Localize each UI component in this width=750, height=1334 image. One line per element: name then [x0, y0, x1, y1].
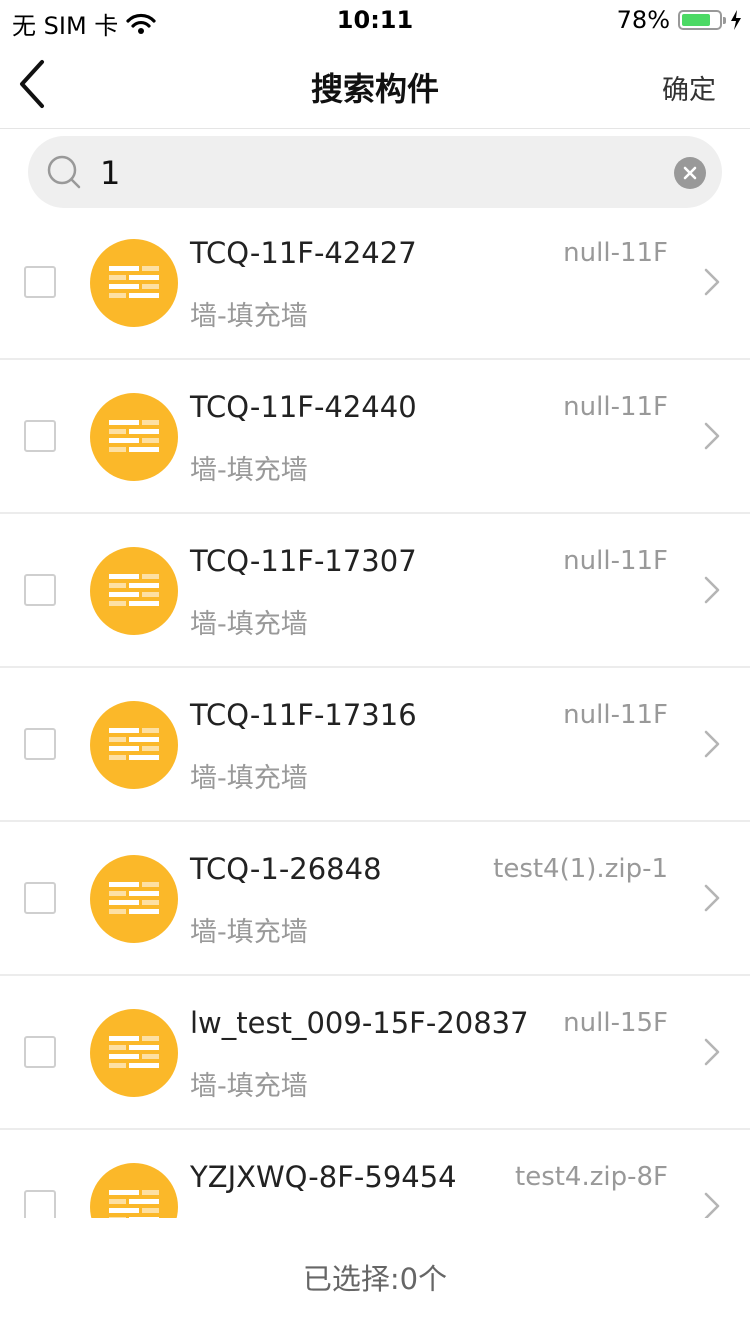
chevron-right-icon[interactable]: [704, 884, 720, 912]
chevron-right-icon[interactable]: [704, 422, 720, 450]
clear-search-button[interactable]: [674, 157, 706, 189]
footer: 已选择:0个: [0, 1218, 750, 1334]
search-input[interactable]: [98, 148, 662, 198]
chevron-right-icon[interactable]: [704, 268, 720, 296]
select-checkbox[interactable]: [24, 266, 56, 298]
wall-icon: [109, 728, 159, 760]
component-name: TCQ-11F-42427: [190, 236, 417, 270]
navigation-bar: 搜索构件 确定: [0, 40, 750, 129]
component-avatar: [90, 547, 178, 635]
component-avatar: [90, 1163, 178, 1218]
select-checkbox[interactable]: [24, 574, 56, 606]
component-type: 墙-填充墙: [190, 1071, 308, 1102]
component-avatar: [90, 1009, 178, 1097]
component-avatar: [90, 855, 178, 943]
component-floor: null-11F: [563, 392, 668, 422]
selected-count: 已选择:0个: [302, 1262, 448, 1296]
wall-icon: [109, 882, 159, 914]
select-checkbox[interactable]: [24, 882, 56, 914]
component-avatar: [90, 239, 178, 327]
component-floor: null-11F: [563, 546, 668, 576]
chevron-right-icon[interactable]: [704, 730, 720, 758]
list-item[interactable]: TCQ-11F-42440 墙-填充墙 null-11F: [0, 360, 750, 514]
component-floor: test4(1).zip-1: [493, 854, 668, 884]
component-name: lw_test_009-15F-20837: [190, 1006, 529, 1040]
component-name: TCQ-11F-17316: [190, 698, 417, 732]
chevron-right-icon[interactable]: [704, 1038, 720, 1066]
confirm-button[interactable]: 确定: [662, 68, 716, 107]
list-item[interactable]: TCQ-11F-17307 墙-填充墙 null-11F: [0, 514, 750, 668]
battery-icon: [678, 10, 726, 30]
wall-icon: [109, 420, 159, 452]
wall-icon: [109, 574, 159, 606]
component-floor: null-11F: [563, 700, 668, 730]
component-floor: null-15F: [563, 1008, 668, 1038]
component-floor: null-11F: [563, 238, 668, 268]
battery-percent: 78%: [616, 6, 670, 34]
list-item[interactable]: TCQ-11F-17316 墙-填充墙 null-11F: [0, 668, 750, 822]
results-list: TCQ-11F-42427 墙-填充墙 null-11F TCQ-11F-42440 墙…: [0, 206, 750, 1218]
component-type: 墙-填充墙: [190, 917, 308, 948]
component-type: 墙-填充墙: [190, 763, 308, 794]
list-item[interactable]: TCQ-11F-42427 墙-填充墙 null-11F: [0, 206, 750, 360]
status-bar: 无 SIM 卡 10:11 78%: [0, 0, 750, 40]
battery-fill: [682, 14, 711, 26]
wall-icon: [109, 266, 159, 298]
list-item[interactable]: YZJXWQ-8F-59454墙-填充墙test4.zip-8F: [0, 1130, 750, 1218]
component-type: 墙-填充墙: [190, 609, 308, 640]
list-item[interactable]: TCQ-1-26848 墙-填充墙 test4(1).zip-1: [0, 822, 750, 976]
search-bar: [28, 136, 722, 208]
select-checkbox[interactable]: [24, 1190, 56, 1218]
select-checkbox[interactable]: [24, 1036, 56, 1068]
component-name: TCQ-11F-42440: [190, 390, 417, 424]
component-name: YZJXWQ-8F-59454: [190, 1160, 457, 1194]
component-type: 墙-填充墙: [190, 455, 308, 486]
component-avatar: [90, 393, 178, 481]
component-name: TCQ-1-26848: [190, 852, 382, 886]
component-type: 墙-填充墙: [190, 301, 308, 332]
component-avatar: [90, 701, 178, 789]
select-checkbox[interactable]: [24, 420, 56, 452]
battery-tip: [723, 17, 726, 24]
status-right: 78%: [617, 6, 742, 34]
component-floor: test4.zip-8F: [515, 1162, 668, 1192]
charging-icon: [731, 10, 741, 30]
clear-icon: [683, 166, 697, 180]
wall-icon: [109, 1190, 159, 1218]
search-icon: [47, 155, 81, 189]
component-name: TCQ-11F-17307: [190, 544, 417, 578]
page-title: 搜索构件: [310, 70, 439, 108]
wall-icon: [109, 1036, 159, 1068]
list-item[interactable]: lw_test_009-15F-20837 墙-填充墙 null-15F: [0, 976, 750, 1130]
select-checkbox[interactable]: [24, 728, 56, 760]
chevron-right-icon[interactable]: [704, 576, 720, 604]
chevron-right-icon[interactable]: [704, 1192, 720, 1218]
